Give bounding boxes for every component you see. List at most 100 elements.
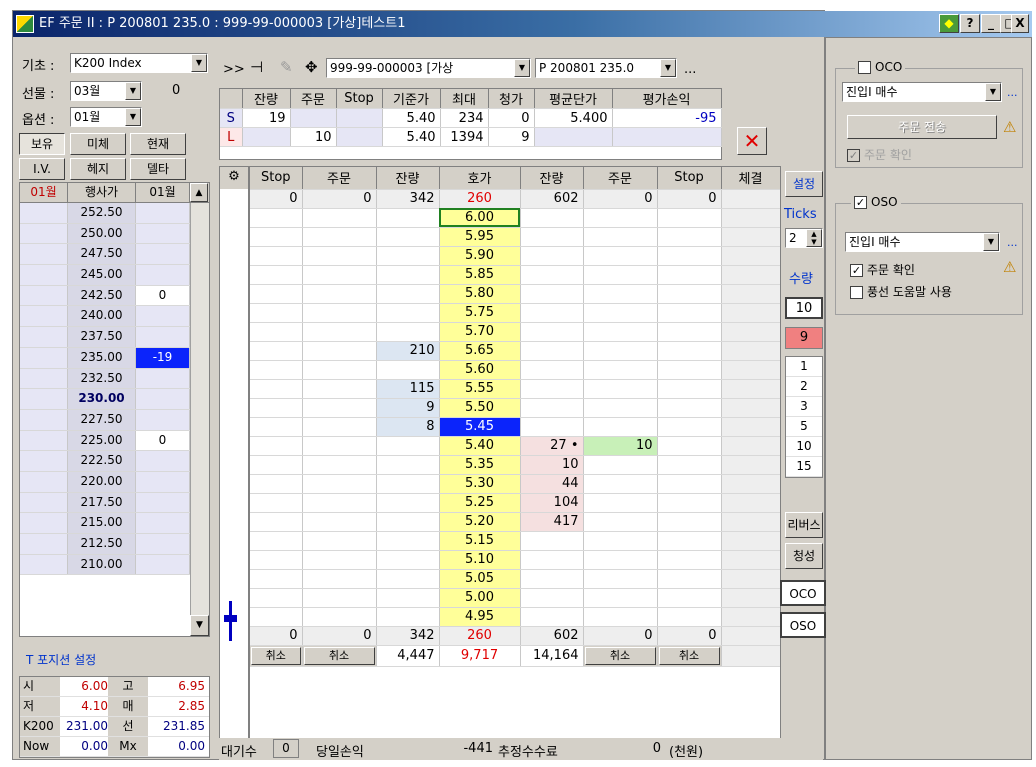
qty-input[interactable]: 10 <box>785 297 823 319</box>
sell-order-cell[interactable] <box>302 341 377 361</box>
price-cell[interactable]: 5.20 <box>439 512 521 532</box>
sell-order-cell[interactable] <box>302 208 377 228</box>
sell-stop-cell[interactable] <box>250 569 303 589</box>
buy-stop-cell[interactable] <box>657 246 722 266</box>
qty-preset[interactable]: 10 <box>786 437 822 457</box>
strike-row[interactable]: 222.50 <box>20 451 209 472</box>
sell-order-cell[interactable] <box>302 512 377 532</box>
buy-order-cell[interactable] <box>583 265 658 285</box>
put-cell[interactable] <box>136 471 190 492</box>
ladder-row[interactable]: 5.60 <box>250 360 780 380</box>
chevron-down-icon[interactable]: ▼ <box>191 54 207 72</box>
buy-stop-cell[interactable] <box>657 227 722 247</box>
scroll-down-icon[interactable]: ▼ <box>190 615 209 636</box>
strike-row[interactable]: 230.00 <box>20 389 209 410</box>
scroll-up-icon[interactable]: ▲ <box>190 183 208 202</box>
pin-tool-icon[interactable]: ⊣ <box>250 58 263 76</box>
sell-order-cell[interactable] <box>302 607 377 627</box>
qty-preset[interactable]: 2 <box>786 377 822 397</box>
price-cell[interactable]: 5.10 <box>439 550 521 570</box>
price-cell[interactable]: 5.85 <box>439 265 521 285</box>
sell-stop-cell[interactable] <box>250 607 303 627</box>
call-cell[interactable] <box>20 223 68 244</box>
oco-confirm[interactable]: ✓ 주문 확인 <box>847 146 912 163</box>
strike-row[interactable]: 252.50 <box>20 203 209 224</box>
account-select[interactable]: 999-99-000003 [가상 ▼ <box>326 58 531 78</box>
sell-order-cell[interactable] <box>302 246 377 266</box>
ladder-row[interactable]: 5.35 10 <box>250 455 780 475</box>
futures-month-select[interactable]: 03월 ▼ <box>70 81 142 101</box>
tab-hedge[interactable]: 헤지 <box>70 158 126 180</box>
buy-order-cell[interactable] <box>583 208 658 228</box>
buy-stop-cell[interactable] <box>657 455 722 475</box>
buy-order-cell[interactable] <box>583 227 658 247</box>
buy-order-cell[interactable] <box>583 398 658 418</box>
strike-row[interactable]: 220.00 <box>20 471 209 493</box>
put-cell[interactable] <box>136 223 190 244</box>
sell-stop-cell[interactable] <box>250 474 303 494</box>
strike-row[interactable]: 247.50 <box>20 244 209 266</box>
call-cell[interactable] <box>20 265 68 285</box>
put-cell[interactable] <box>136 451 190 471</box>
chevron-down-icon[interactable]: ▼ <box>514 59 530 77</box>
price-cell[interactable]: 4.95 <box>439 607 521 627</box>
chevron-down-icon[interactable]: ▼ <box>660 59 676 77</box>
call-cell[interactable] <box>20 471 68 492</box>
call-cell[interactable] <box>20 244 68 265</box>
strike-row[interactable]: 237.50 <box>20 327 209 348</box>
sell-stop-cell[interactable] <box>250 379 303 399</box>
buy-order-cell[interactable] <box>583 569 658 589</box>
buy-order-cell[interactable] <box>583 588 658 608</box>
price-cell[interactable]: 5.30 <box>439 474 521 494</box>
put-cell[interactable] <box>136 368 190 389</box>
oco-title[interactable]: OCO <box>855 60 906 74</box>
oco-more-button[interactable]: ... <box>1007 86 1018 99</box>
oso-button[interactable]: OSO <box>780 612 826 638</box>
sell-stop-cell[interactable] <box>250 284 303 304</box>
sell-stop-cell[interactable] <box>250 455 303 475</box>
sell-stop-cell[interactable] <box>250 341 303 361</box>
sell-order-cell[interactable] <box>302 436 377 456</box>
price-cell[interactable]: 5.60 <box>439 360 521 380</box>
sell-order-cell[interactable] <box>302 550 377 570</box>
price-cell[interactable]: 5.50 <box>439 398 521 418</box>
qty-preset[interactable]: 3 <box>786 397 822 417</box>
sell-stop-cell[interactable] <box>250 550 303 570</box>
price-cell[interactable]: 5.40 <box>439 436 521 456</box>
cancel-button[interactable]: 취소 <box>251 646 301 665</box>
pencil-icon[interactable]: ✎ <box>280 58 293 76</box>
cancel-button[interactable]: 취소 <box>303 646 375 665</box>
put-cell[interactable]: 0 <box>136 285 190 306</box>
strike-row[interactable]: 225.00 0 <box>20 430 209 452</box>
tab-unfilled[interactable]: 미체 <box>70 133 126 155</box>
position-setting-label[interactable]: T 포지션 설정 <box>26 651 96 668</box>
tab-current[interactable]: 현재 <box>130 133 186 155</box>
ladder-row[interactable]: 5.80 <box>250 284 780 304</box>
cancel-button[interactable]: 취소 <box>584 646 656 665</box>
ladder-row[interactable]: 5.20 417 <box>250 512 780 532</box>
price-cell[interactable]: 5.35 <box>439 455 521 475</box>
more-button[interactable]: ... <box>684 62 696 77</box>
call-cell[interactable] <box>20 306 68 327</box>
ladder-row[interactable]: 5.70 <box>250 322 780 342</box>
put-cell[interactable] <box>136 513 190 533</box>
sell-stop-cell[interactable] <box>250 436 303 456</box>
buy-stop-cell[interactable] <box>657 531 722 551</box>
ladder-row[interactable]: 115 5.55 <box>250 379 780 399</box>
base-select[interactable]: K200 Index ▼ <box>70 53 208 73</box>
call-cell[interactable] <box>20 285 68 306</box>
buy-order-cell[interactable]: 10 <box>583 436 658 456</box>
put-cell[interactable] <box>136 492 190 513</box>
sell-stop-cell[interactable] <box>250 227 303 247</box>
sell-order-cell[interactable] <box>302 474 377 494</box>
chevron-down-icon[interactable]: ▼ <box>125 82 141 100</box>
buy-stop-cell[interactable] <box>657 512 722 532</box>
price-cell[interactable]: 5.25 <box>439 493 521 513</box>
ladder-gutter[interactable]: ⚙ <box>219 166 249 746</box>
ladder-row[interactable]: 5.30 44 <box>250 474 780 494</box>
reverse-button[interactable]: 리버스 <box>785 512 823 538</box>
buy-order-cell[interactable] <box>583 322 658 342</box>
sell-stop-cell[interactable] <box>250 531 303 551</box>
tab-delta[interactable]: 델타 <box>130 158 186 180</box>
buy-order-cell[interactable] <box>583 531 658 551</box>
